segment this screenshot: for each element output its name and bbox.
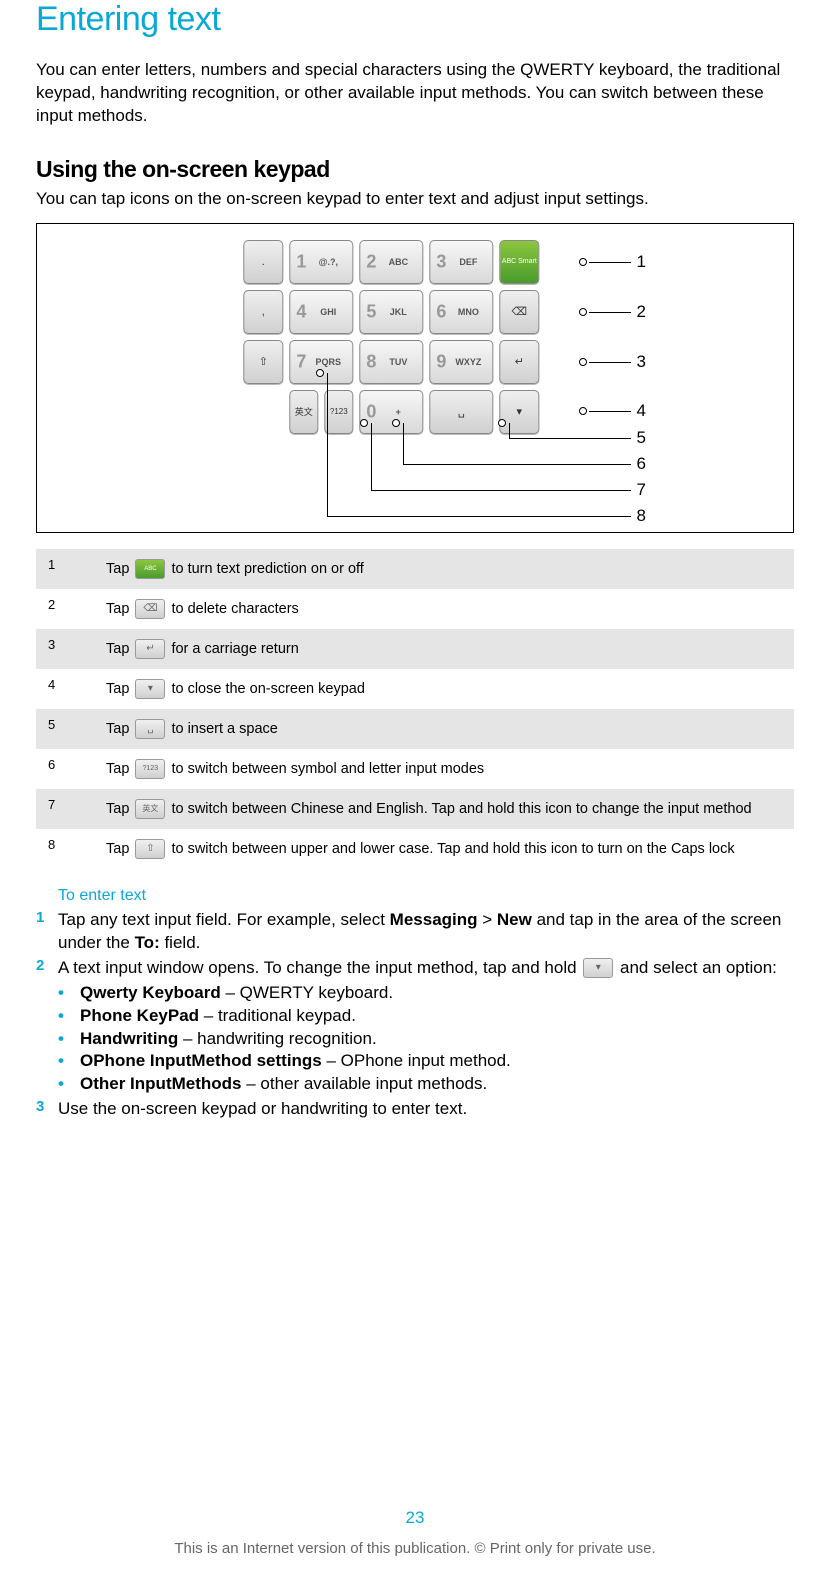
page-number: 23	[0, 1508, 830, 1528]
key-5: 5JKL	[359, 290, 423, 334]
key-9: 9WXYZ	[429, 340, 493, 384]
keypad-diagram: . 1@.?, 2ABC 3DEF ABC Smart , 4GHI 5JKL …	[36, 223, 794, 533]
key-3: 3DEF	[429, 240, 493, 284]
legend-row-4: 4 Tap ▾ to close the on-screen keypad	[36, 669, 794, 709]
key-8: 8TUV	[359, 340, 423, 384]
legend-row-6: 6 Tap ?123 to switch between symbol and …	[36, 749, 794, 789]
legend-row-2: 2 Tap ⌫ to delete characters	[36, 589, 794, 629]
callout-3: 3	[637, 352, 646, 372]
intro-text: You can enter letters, numbers and speci…	[36, 59, 794, 128]
key-7: 7PQRS	[289, 340, 353, 384]
shift-icon: ⇧	[259, 355, 268, 368]
close-kb-icon: ▾	[583, 958, 613, 978]
steps-list: 1 Tap any text input field. For example,…	[36, 909, 794, 1121]
copyright-text: This is an Internet version of this publ…	[0, 1540, 830, 1557]
callout-2: 2	[637, 302, 646, 322]
legend-table: 1 Tap ABC to turn text prediction on or …	[36, 549, 794, 869]
legend-row-5: 5 Tap ␣ to insert a space	[36, 709, 794, 749]
close-kb-icon: ▾	[517, 405, 523, 418]
step-num-3: 3	[36, 1098, 58, 1121]
legend-row-7: 7 Tap 英文 to switch between Chinese and E…	[36, 789, 794, 829]
key-space: ␣	[429, 390, 493, 434]
shift-icon: ⇧	[135, 839, 165, 859]
space-icon: ␣	[458, 405, 465, 418]
key-shift: ⇧	[243, 340, 283, 384]
subsection-heading: To enter text	[58, 887, 794, 905]
backspace-icon: ⌫	[135, 599, 165, 619]
key-symbols: ?123	[324, 390, 353, 434]
step-2-text: A text input window opens. To change the…	[58, 957, 794, 1097]
section-heading: Using the on-screen keypad	[36, 156, 794, 183]
key-enter: ↵	[499, 340, 539, 384]
step-3-text: Use the on-screen keypad or handwriting …	[58, 1098, 794, 1121]
page-title: Entering text	[36, 0, 794, 39]
enter-icon: ↵	[515, 355, 524, 368]
key-backspace: ⌫	[499, 290, 539, 334]
enter-icon: ↵	[135, 639, 165, 659]
legend-row-8: 8 Tap ⇧ to switch between upper and lowe…	[36, 829, 794, 869]
step-1-text: Tap any text input field. For example, s…	[58, 909, 794, 955]
key-2: 2ABC	[359, 240, 423, 284]
callout-5: 5	[637, 428, 646, 448]
key-close: ▾	[499, 390, 539, 434]
key-1: 1@.?,	[289, 240, 353, 284]
key-period: .	[243, 240, 283, 284]
key-lang: 英文	[289, 390, 318, 434]
callout-6: 6	[637, 454, 646, 474]
space-icon: ␣	[135, 719, 165, 739]
key-0: 0+	[359, 390, 423, 434]
section-sub: You can tap icons on the on-screen keypa…	[36, 189, 794, 209]
callout-1: 1	[637, 252, 646, 272]
key-6: 6MNO	[429, 290, 493, 334]
step-num-2: 2	[36, 957, 58, 1097]
close-kb-icon: ▾	[135, 679, 165, 699]
callout-7: 7	[637, 480, 646, 500]
legend-row-3: 3 Tap ↵ for a carriage return	[36, 629, 794, 669]
legend-row-1: 1 Tap ABC to turn text prediction on or …	[36, 549, 794, 589]
sym-icon: ?123	[135, 759, 165, 779]
step-num-1: 1	[36, 909, 58, 955]
key-abc-smart: ABC Smart	[499, 240, 539, 284]
callout-8: 8	[637, 506, 646, 526]
key-comma: ,	[243, 290, 283, 334]
backspace-icon: ⌫	[512, 305, 528, 318]
callout-4: 4	[637, 401, 646, 421]
lang-icon: 英文	[135, 799, 165, 819]
key-4: 4GHI	[289, 290, 353, 334]
abc-smart-icon: ABC	[135, 559, 165, 579]
